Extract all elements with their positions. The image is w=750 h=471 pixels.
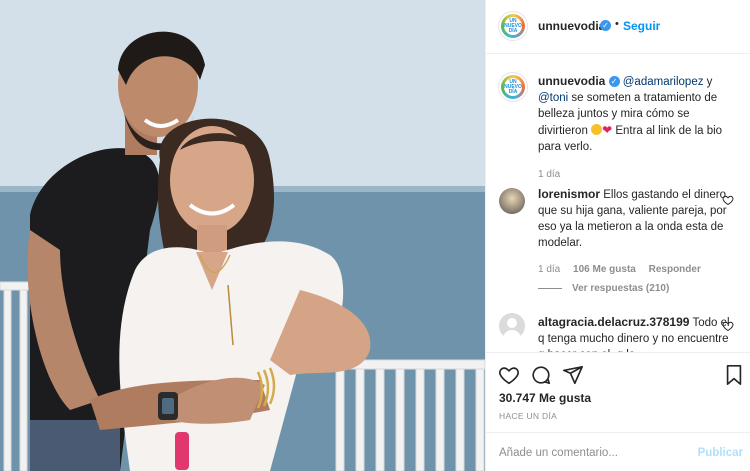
comment-item: lorenismor Ellos gastando el dinero que … bbox=[538, 186, 738, 278]
verified-icon: ✓ bbox=[608, 76, 620, 88]
red-heart-emoji-icon: ❤ bbox=[602, 123, 613, 137]
replies-line bbox=[538, 287, 562, 289]
laughing-emoji-icon bbox=[591, 124, 603, 135]
post-header: UN NUEVO DÍA unnuevodia ✓ • Seguir bbox=[486, 0, 750, 54]
caption-avatar[interactable]: UN NUEVO DÍA bbox=[498, 72, 528, 102]
post-panel: UN NUEVO DÍA unnuevodia ✓ • Seguir UN NU… bbox=[485, 0, 750, 471]
post-actions: 30.747 Me gusta HACE UN DÍA bbox=[486, 352, 750, 432]
likes-count[interactable]: 30.747 Me gusta bbox=[499, 391, 591, 405]
follow-button[interactable]: Seguir bbox=[623, 19, 660, 33]
bookmark-icon[interactable] bbox=[724, 364, 744, 386]
publish-button[interactable]: Publicar bbox=[698, 447, 743, 459]
photo-illustration bbox=[0, 0, 485, 471]
add-comment-bar: Añade un comentario... Publicar bbox=[486, 432, 750, 471]
reply-button[interactable]: Responder bbox=[649, 264, 701, 275]
comment-input[interactable]: Añade un comentario... bbox=[499, 447, 618, 459]
view-replies-button[interactable]: Ver respuestas (210) bbox=[538, 283, 669, 294]
like-comment-heart-icon[interactable] bbox=[722, 320, 734, 332]
post-photo[interactable] bbox=[0, 0, 485, 471]
comment-age: 1 día bbox=[538, 264, 561, 275]
mention-adamarilopez[interactable]: @adamarilopez bbox=[623, 76, 704, 88]
verified-icon: ✓ bbox=[600, 20, 611, 31]
comment-meta: 1 día 106 Me gusta Responder bbox=[538, 262, 738, 278]
mention-toni[interactable]: @toni bbox=[538, 92, 568, 104]
avatar-logo-text: UN NUEVO DÍA bbox=[504, 17, 522, 34]
caption-age: 1 día bbox=[538, 169, 561, 180]
like-comment-heart-icon[interactable] bbox=[722, 194, 734, 206]
comment-icon[interactable] bbox=[530, 364, 552, 386]
commenter-avatar[interactable] bbox=[499, 188, 525, 214]
heart-icon[interactable] bbox=[498, 364, 520, 386]
view-replies-label: Ver respuestas (210) bbox=[572, 283, 670, 294]
dot-separator: • bbox=[615, 18, 619, 30]
comment-item: altagracia.delacruz.378199 Todo el q ten… bbox=[538, 314, 738, 352]
header-username[interactable]: unnuevodia bbox=[538, 19, 605, 33]
caption-and: y bbox=[703, 76, 713, 88]
post-date: HACE UN DÍA bbox=[499, 411, 558, 421]
comment-username[interactable]: altagracia.delacruz.378199 bbox=[538, 315, 689, 329]
comment-likes[interactable]: 106 Me gusta bbox=[573, 264, 636, 275]
commenter-avatar-default[interactable] bbox=[499, 313, 525, 339]
caption-username[interactable]: unnuevodia bbox=[538, 74, 605, 88]
share-icon[interactable] bbox=[562, 364, 584, 386]
post-caption: unnuevodia ✓ @adamarilopez y @toni se so… bbox=[538, 73, 738, 183]
avatar-logo-text: UN NUEVO DÍA bbox=[504, 78, 522, 95]
account-avatar[interactable]: UN NUEVO DÍA bbox=[498, 11, 528, 41]
comment-username[interactable]: lorenismor bbox=[538, 187, 600, 201]
